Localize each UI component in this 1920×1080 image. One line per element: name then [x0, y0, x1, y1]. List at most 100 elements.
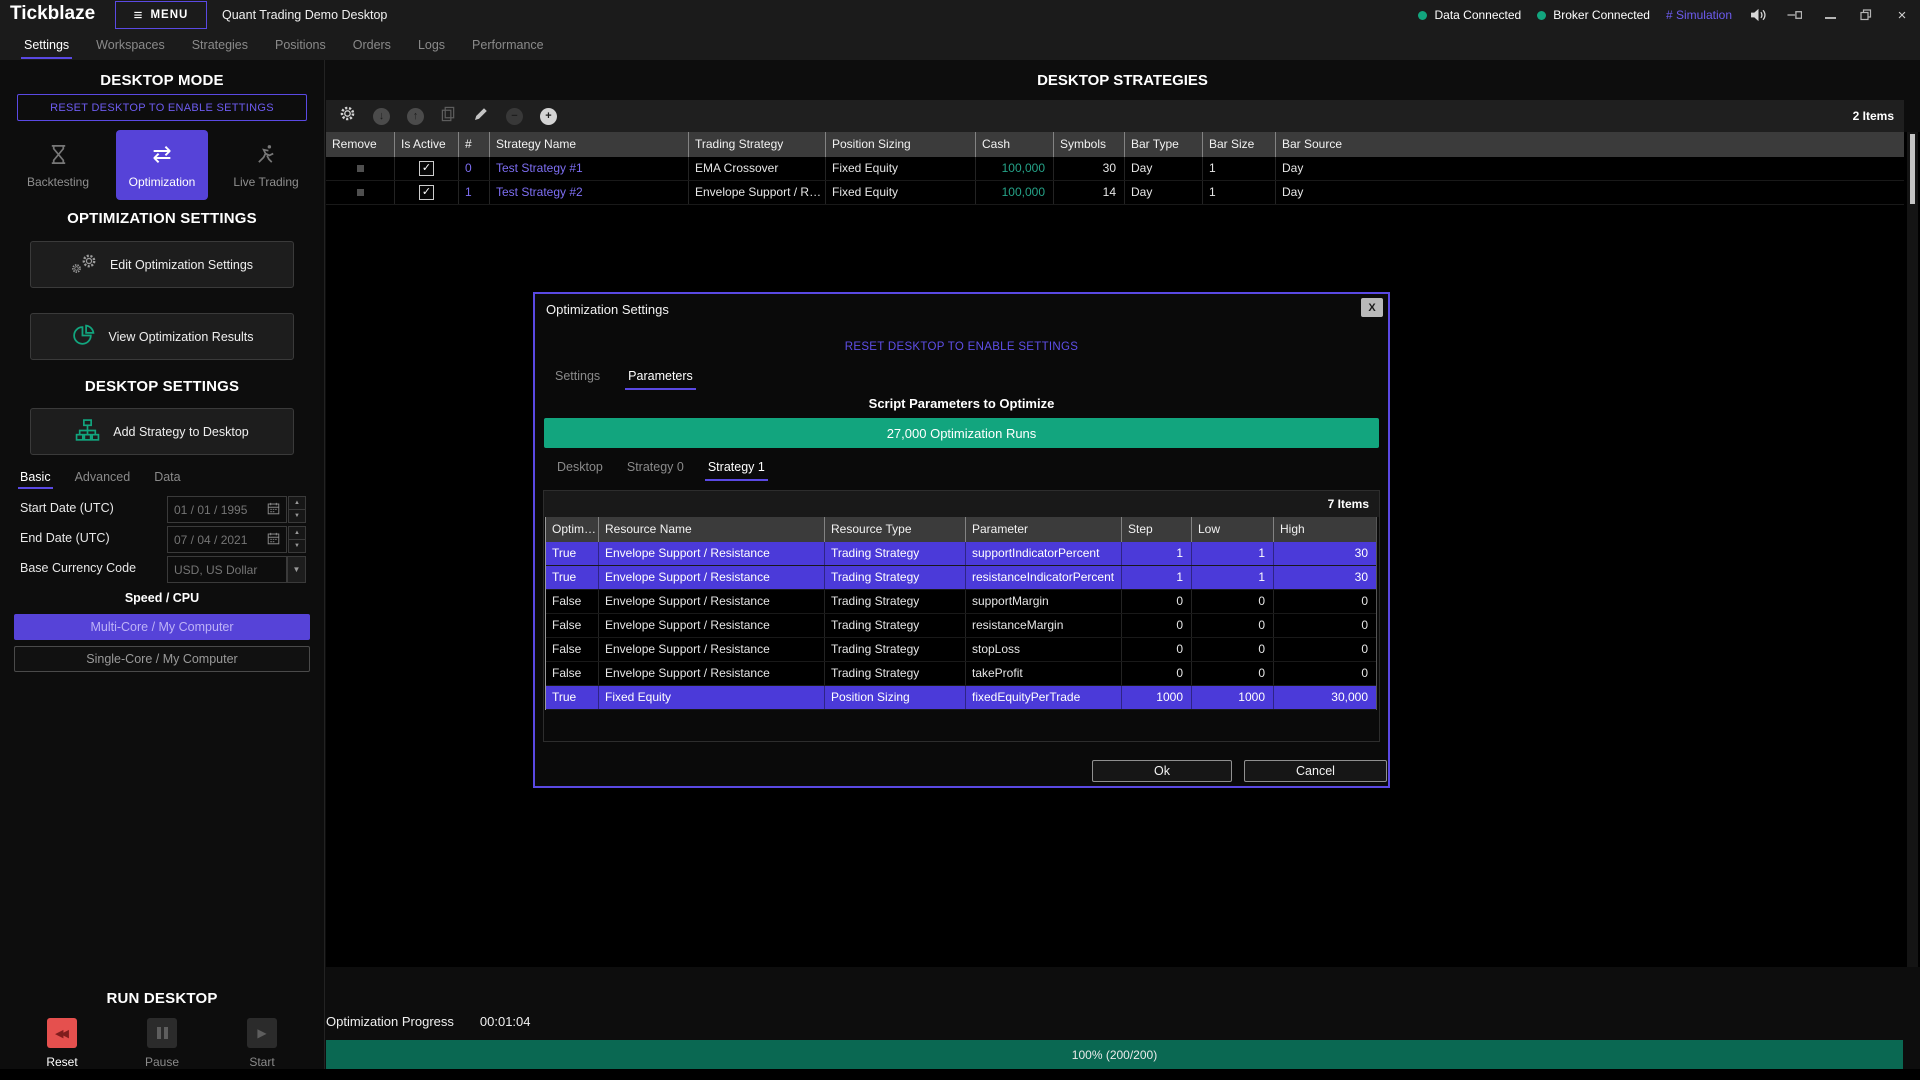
settings-tab[interactable]: Data — [154, 470, 180, 484]
parameter-row[interactable]: True Envelope Support / Resistance Tradi… — [546, 542, 1376, 566]
rewind-icon: ◀◀ — [47, 1018, 77, 1048]
ok-button[interactable]: Ok — [1092, 760, 1232, 782]
resource-name-cell: Envelope Support / Resistance — [598, 590, 824, 613]
gears-icon — [71, 253, 97, 277]
dock-panel-icon[interactable] — [1784, 5, 1804, 25]
nav-tab[interactable]: Strategies — [192, 36, 248, 54]
mode-optimization[interactable]: ⇄ Optimization — [116, 130, 208, 200]
reset-run-button[interactable]: ◀◀ Reset — [12, 1018, 112, 1069]
start-date-spinner[interactable]: ▲▼ — [288, 496, 306, 523]
end-date-input[interactable]: 07 / 04 / 2021 — [167, 526, 287, 553]
pause-icon — [147, 1018, 177, 1048]
dialog-tab[interactable]: Parameters — [628, 367, 693, 385]
vertical-scrollbar[interactable] — [1907, 132, 1918, 967]
cpu-option-multi-core[interactable]: Multi-Core / My Computer — [14, 614, 310, 640]
optimize-cell: False — [546, 638, 598, 661]
optimize-cell: False — [546, 590, 598, 613]
nav-tab[interactable]: Settings — [24, 36, 69, 54]
nav-tab[interactable]: Performance — [472, 36, 544, 54]
symbols-cell: 14 — [1053, 181, 1124, 204]
duplicate-icon[interactable] — [441, 106, 456, 127]
dialog-reset-link[interactable]: RESET DESKTOP TO ENABLE SETTINGS — [535, 341, 1388, 353]
bar-type-cell: Day — [1124, 181, 1202, 204]
dialog-tab[interactable]: Settings — [555, 367, 600, 385]
cpu-option-single-core[interactable]: Single-Core / My Computer — [14, 646, 310, 672]
nav-tab[interactable]: Positions — [275, 36, 326, 54]
view-optimization-results-button[interactable]: View Optimization Results — [30, 313, 294, 360]
nav-tab[interactable]: Orders — [353, 36, 391, 54]
menu-button[interactable]: ≡ MENU — [115, 1, 207, 29]
start-run-button[interactable]: ▶ Start — [212, 1018, 312, 1069]
mode-backtesting[interactable]: Backtesting — [8, 130, 108, 200]
optimization-progress-row: Optimization Progress 00:01:04 — [326, 1014, 531, 1029]
add-strategy-button[interactable]: Add Strategy to Desktop — [30, 408, 294, 455]
strategies-toolbar: ↓ ↑ − + 2 Items — [326, 100, 1904, 132]
optimization-settings-dialog: Optimization Settings X RESET DESKTOP TO… — [533, 292, 1390, 788]
base-currency-field: Base Currency Code USD, US Dollar ▼ — [20, 556, 306, 583]
remove-icon[interactable]: − — [506, 108, 523, 125]
add-icon[interactable]: + — [540, 108, 557, 125]
strategy-tab[interactable]: Strategy 0 — [627, 458, 684, 476]
base-currency-select[interactable]: USD, US Dollar — [167, 556, 287, 583]
edit-pencil-icon[interactable] — [473, 106, 489, 127]
sidebar: DESKTOP MODE RESET DESKTOP TO ENABLE SET… — [0, 60, 325, 1080]
dialog-close-button[interactable]: X — [1361, 298, 1383, 317]
strategy-name-link[interactable]: Test Strategy #2 — [489, 181, 688, 204]
step-cell: 0 — [1121, 590, 1191, 613]
is-active-checkbox[interactable]: ✓ — [419, 185, 434, 200]
close-button[interactable]: × — [1892, 5, 1912, 25]
pause-run-button[interactable]: Pause — [112, 1018, 212, 1069]
desktop-strategies-title: DESKTOP STRATEGIES — [325, 72, 1920, 89]
spin-up-icon[interactable]: ▲ — [288, 526, 306, 540]
start-date-input[interactable]: 01 / 01 / 1995 — [167, 496, 287, 523]
strategies-table-header: Remove Is Active # Strategy Name Trading… — [326, 132, 1904, 157]
resource-name-cell: Envelope Support / Resistance — [598, 614, 824, 637]
parameter-cell: fixedEquityPerTrade — [965, 686, 1121, 709]
high-cell: 0 — [1273, 638, 1376, 661]
strategy-row[interactable]: ✓ 0 Test Strategy #1 EMA Crossover Fixed… — [326, 157, 1904, 181]
end-date-spinner[interactable]: ▲▼ — [288, 526, 306, 553]
resource-name-cell: Envelope Support / Resistance — [598, 638, 824, 661]
mode-live-trading[interactable]: Live Trading — [216, 130, 316, 200]
check-icon: ✓ — [422, 163, 431, 174]
is-active-checkbox[interactable]: ✓ — [419, 161, 434, 176]
spin-down-icon[interactable]: ▼ — [288, 540, 306, 553]
scrollbar-thumb[interactable] — [1910, 134, 1915, 204]
volume-icon[interactable] — [1748, 5, 1768, 25]
dropdown-arrow-icon[interactable]: ▼ — [287, 556, 306, 583]
remove-button[interactable] — [357, 189, 364, 196]
move-up-icon[interactable]: ↑ — [407, 108, 424, 125]
edit-optimization-settings-button[interactable]: Edit Optimization Settings — [30, 241, 294, 288]
calendar-icon[interactable] — [267, 502, 280, 518]
settings-tab[interactable]: Basic — [20, 470, 51, 484]
settings-gear-icon[interactable] — [339, 105, 356, 127]
spin-up-icon[interactable]: ▲ — [288, 496, 306, 510]
move-down-icon[interactable]: ↓ — [373, 108, 390, 125]
progress-label: Optimization Progress — [326, 1014, 454, 1029]
strategy-name-link[interactable]: Test Strategy #1 — [489, 157, 688, 180]
strategy-tab[interactable]: Strategy 1 — [708, 458, 765, 476]
parameter-row[interactable]: False Envelope Support / Resistance Trad… — [546, 590, 1376, 614]
cash-cell: 100,000 — [975, 181, 1053, 204]
optimize-cell: False — [546, 614, 598, 637]
desktop-mode-heading: DESKTOP MODE — [0, 72, 324, 89]
cancel-button[interactable]: Cancel — [1244, 760, 1387, 782]
nav-tab[interactable]: Workspaces — [96, 36, 165, 54]
restore-button[interactable] — [1856, 5, 1876, 25]
parameter-row[interactable]: True Fixed Equity Position Sizing fixedE… — [546, 686, 1376, 710]
parameter-row[interactable]: False Envelope Support / Resistance Trad… — [546, 638, 1376, 662]
parameter-row[interactable]: False Envelope Support / Resistance Trad… — [546, 614, 1376, 638]
strategy-row[interactable]: ✓ 1 Test Strategy #2 Envelope Support / … — [326, 181, 1904, 205]
remove-button[interactable] — [357, 165, 364, 172]
calendar-icon[interactable] — [267, 532, 280, 548]
strategy-number: 0 — [458, 157, 489, 180]
strategy-tab[interactable]: Desktop — [557, 458, 603, 476]
parameter-row[interactable]: False Envelope Support / Resistance Trad… — [546, 662, 1376, 686]
reset-desktop-button[interactable]: RESET DESKTOP TO ENABLE SETTINGS — [17, 94, 307, 121]
high-cell: 0 — [1273, 662, 1376, 685]
parameter-row[interactable]: True Envelope Support / Resistance Tradi… — [546, 566, 1376, 590]
minimize-button[interactable] — [1820, 5, 1840, 25]
spin-down-icon[interactable]: ▼ — [288, 510, 306, 523]
nav-tab[interactable]: Logs — [418, 36, 445, 54]
settings-tab[interactable]: Advanced — [75, 470, 131, 484]
